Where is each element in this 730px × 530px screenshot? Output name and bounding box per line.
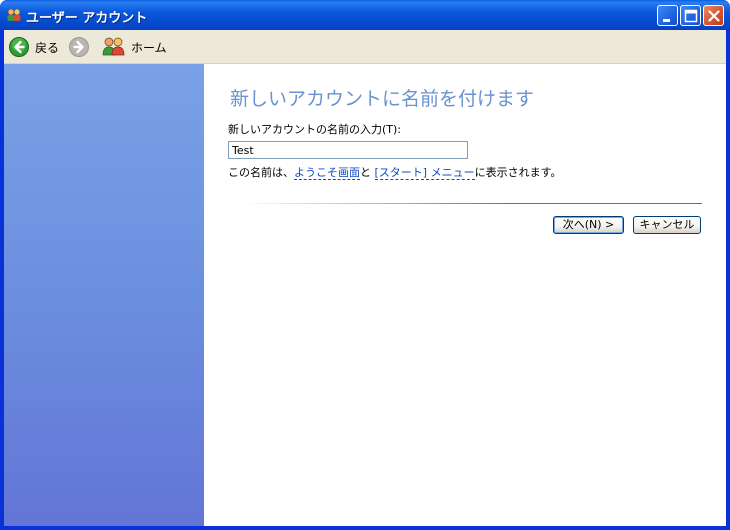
forward-arrow-icon <box>69 37 89 57</box>
minimize-button[interactable] <box>657 5 678 26</box>
back-button[interactable]: 戻る <box>8 35 59 59</box>
main-content: 新しいアカウントに名前を付けます 新しいアカウントの名前の入力(T): この名前… <box>204 64 726 526</box>
back-label: 戻る <box>35 40 60 55</box>
close-button[interactable] <box>703 5 724 26</box>
minimize-icon <box>663 19 670 22</box>
divider-line <box>240 203 702 204</box>
forward-button[interactable] <box>68 35 90 59</box>
next-button[interactable]: 次へ(N) > <box>553 216 624 234</box>
note-suffix: に表示されます。 <box>474 166 562 179</box>
window-title: ユーザー アカウント <box>26 11 148 26</box>
welcome-screen-link[interactable]: ようこそ画面 <box>294 166 360 180</box>
user-accounts-icon <box>7 8 21 21</box>
home-button[interactable]: ホーム <box>102 35 167 59</box>
home-label: ホーム <box>131 40 167 55</box>
note-prefix: この名前は、 <box>228 166 294 179</box>
task-sidebar <box>4 64 204 526</box>
user-accounts-window: ユーザー アカウント 戻る ホーム 新しいアカウントに名前を付けます 新しいアカ… <box>0 0 730 530</box>
back-arrow-icon <box>9 37 29 57</box>
start-menu-link[interactable]: [スタート] メニュー <box>374 166 475 180</box>
close-icon <box>708 10 720 22</box>
note-mid: と <box>360 166 375 179</box>
account-name-input[interactable] <box>228 141 468 159</box>
users-home-icon <box>102 37 125 56</box>
window-bottom-border <box>0 526 730 530</box>
page-title: 新しいアカウントに名前を付けます <box>230 88 535 110</box>
name-field-label: 新しいアカウントの名前の入力(T): <box>228 123 402 136</box>
client-area: 戻る ホーム 新しいアカウントに名前を付けます 新しいアカウントの名前の入力(T… <box>4 30 726 526</box>
navigation-toolbar: 戻る ホーム <box>4 30 726 64</box>
title-bar[interactable]: ユーザー アカウント <box>0 0 730 30</box>
name-usage-note: この名前は、ようこそ画面と [スタート] メニューに表示されます。 <box>228 164 562 180</box>
maximize-button[interactable] <box>680 5 701 26</box>
maximize-icon <box>684 9 698 23</box>
cancel-button[interactable]: キャンセル <box>633 216 701 234</box>
